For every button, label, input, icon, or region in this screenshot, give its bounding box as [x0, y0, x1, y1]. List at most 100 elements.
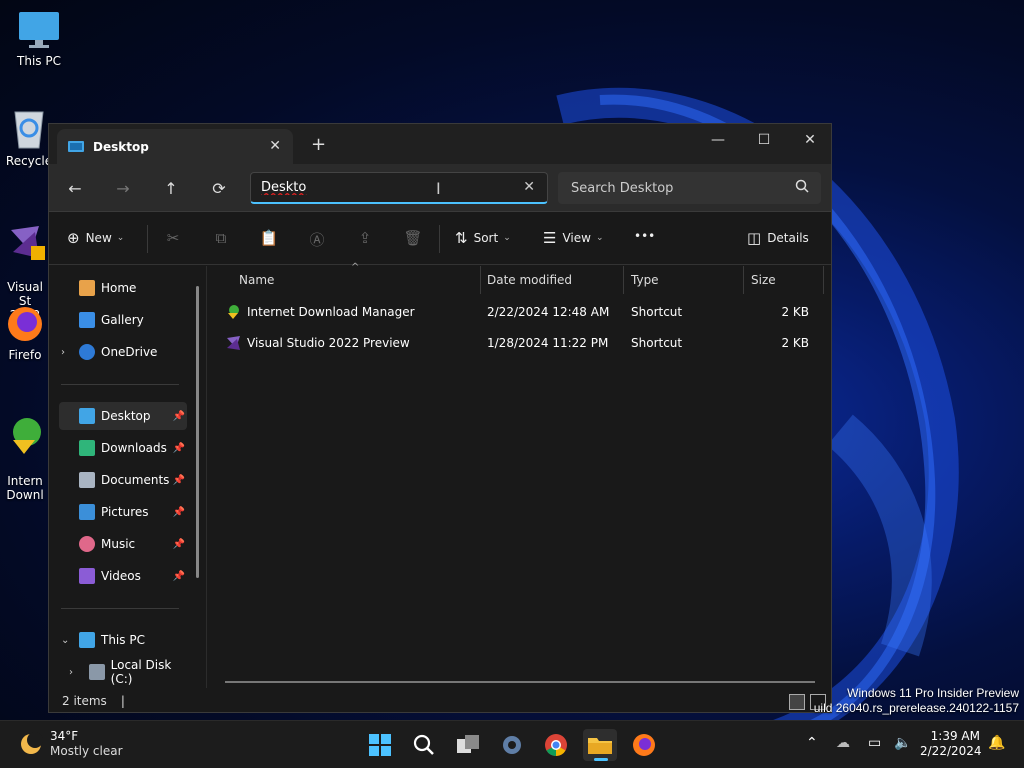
- recycle-bin-icon: [14, 111, 44, 149]
- table-row[interactable]: Internet Download Manager 2/22/2024 12:4…: [221, 298, 821, 326]
- desktop-icon-idm[interactable]: Intern Downl: [0, 400, 50, 502]
- close-tab-icon[interactable]: ✕: [269, 138, 281, 154]
- details-label: Details: [767, 231, 809, 245]
- divider: [61, 608, 179, 609]
- download-icon: [79, 440, 95, 456]
- navigation-pane: Home Gallery › OneDrive Desktop 📌 Downlo…: [49, 266, 207, 688]
- firefox-icon: [8, 307, 42, 341]
- cut-icon[interactable]: ✂: [163, 229, 183, 247]
- network-icon[interactable]: ▭: [868, 735, 881, 751]
- view-button[interactable]: ☰ View ⌄: [543, 229, 603, 247]
- taskbar-file-explorer[interactable]: [583, 729, 617, 761]
- new-label: New: [85, 231, 112, 245]
- address-input[interactable]: [261, 180, 501, 195]
- onedrive-off-icon[interactable]: ☁: [836, 735, 850, 751]
- taskbar-settings[interactable]: [495, 729, 529, 761]
- windows-logo-icon: [369, 734, 391, 756]
- sort-label: Sort: [473, 231, 499, 245]
- details-pane-button[interactable]: ◫ Details: [747, 229, 809, 247]
- build-watermark-line1: Windows 11 Pro Insider Preview: [847, 686, 1019, 700]
- pin-icon[interactable]: 📌: [173, 507, 185, 518]
- copy-icon[interactable]: ⧉: [211, 229, 231, 247]
- up-button[interactable]: ↑: [155, 174, 187, 202]
- minimize-button[interactable]: —: [695, 124, 741, 156]
- paste-icon[interactable]: 📋: [259, 229, 279, 247]
- chevron-right-icon[interactable]: ›: [69, 667, 73, 678]
- address-bar[interactable]: I ✕: [250, 172, 548, 204]
- sidebar-item-videos[interactable]: Videos 📌: [59, 562, 187, 590]
- sidebar-item-onedrive[interactable]: › OneDrive: [59, 338, 187, 366]
- search-icon[interactable]: [795, 179, 809, 193]
- share-icon[interactable]: ⇪: [355, 229, 375, 247]
- desktop-icon: [79, 408, 95, 424]
- sidebar-item-music[interactable]: Music 📌: [59, 530, 187, 558]
- forward-button[interactable]: →: [107, 174, 139, 202]
- file-size: 2 KB: [781, 305, 809, 319]
- search-input[interactable]: [571, 180, 771, 196]
- start-button[interactable]: [363, 729, 397, 761]
- sidebar-item-local-disk[interactable]: › Local Disk (C:): [67, 658, 195, 686]
- file-name: Visual Studio 2022 Preview: [247, 336, 410, 350]
- notification-bell-icon[interactable]: 🔔: [988, 735, 1005, 751]
- refresh-button[interactable]: ⟳: [203, 174, 235, 202]
- taskbar-chrome[interactable]: [539, 729, 573, 761]
- chevron-right-icon[interactable]: ›: [61, 347, 65, 358]
- table-row[interactable]: Visual Studio 2022 Preview 1/28/2024 11:…: [221, 329, 821, 357]
- close-window-button[interactable]: ✕: [787, 124, 831, 156]
- desktop-icon-this-pc[interactable]: This PC: [0, 10, 78, 68]
- chevron-down-icon[interactable]: ⌄: [61, 635, 69, 646]
- clock-time: 1:39 AM: [930, 729, 980, 743]
- gear-icon: [503, 736, 521, 754]
- pin-icon[interactable]: 📌: [173, 443, 185, 454]
- new-tab-button[interactable]: +: [311, 134, 326, 155]
- search-button[interactable]: [407, 729, 441, 761]
- idm-shortcut-icon: [228, 305, 239, 319]
- tab-desktop[interactable]: Desktop ✕: [57, 129, 293, 164]
- visual-studio-shortcut-icon: [227, 336, 240, 350]
- sidebar-item-downloads[interactable]: Downloads 📌: [59, 434, 187, 462]
- more-options-button[interactable]: •••: [634, 229, 655, 243]
- weather-widget[interactable]: 34°F Mostly clear: [18, 729, 123, 759]
- sidebar-item-label: Desktop: [101, 409, 151, 423]
- view-label: View: [562, 231, 591, 245]
- pin-icon[interactable]: 📌: [173, 539, 185, 550]
- sort-button[interactable]: ⇅ Sort ⌄: [455, 229, 511, 247]
- sidebar-item-label: Local Disk (C:): [110, 658, 172, 686]
- pin-icon[interactable]: 📌: [173, 571, 185, 582]
- volume-mute-icon[interactable]: 🔈: [894, 735, 911, 751]
- sidebar-scrollbar[interactable]: [196, 286, 199, 578]
- column-header-date[interactable]: Date modified: [479, 266, 624, 294]
- internet-download-manager-icon: [13, 418, 41, 454]
- rename-icon[interactable]: Ⓐ: [307, 229, 327, 250]
- desktop-icon-label: Recycle: [5, 154, 53, 168]
- horizontal-scrollbar[interactable]: [225, 681, 815, 683]
- back-button[interactable]: ←: [59, 174, 91, 202]
- chevron-up-icon[interactable]: ⌃: [806, 735, 818, 751]
- sidebar-item-home[interactable]: Home: [59, 274, 187, 302]
- desktop-icon-firefox[interactable]: Firefo: [0, 304, 50, 362]
- details-view-icon[interactable]: [789, 694, 805, 710]
- maximize-button[interactable]: ☐: [741, 124, 787, 156]
- plus-circle-icon: ⊕: [67, 229, 80, 247]
- sidebar-item-this-pc[interactable]: ⌄ This PC: [59, 626, 187, 654]
- sidebar-item-gallery[interactable]: Gallery: [59, 306, 187, 334]
- pin-icon[interactable]: 📌: [173, 475, 185, 486]
- column-divider[interactable]: [823, 266, 824, 294]
- search-box[interactable]: [558, 172, 821, 204]
- taskbar-firefox[interactable]: [627, 729, 661, 761]
- column-header-size[interactable]: Size: [743, 266, 823, 294]
- sidebar-item-desktop[interactable]: Desktop 📌: [59, 402, 187, 430]
- clear-address-icon[interactable]: ✕: [523, 179, 535, 195]
- new-button[interactable]: ⊕ New ⌄: [67, 229, 124, 247]
- delete-icon[interactable]: 🗑: [403, 229, 423, 247]
- details-pane-icon: ◫: [747, 229, 762, 247]
- task-view-button[interactable]: [451, 729, 485, 761]
- sidebar-item-pictures[interactable]: Pictures 📌: [59, 498, 187, 526]
- pin-icon[interactable]: 📌: [173, 411, 185, 422]
- clock[interactable]: 1:39 AM 2/22/2024: [920, 729, 982, 759]
- active-indicator: [594, 758, 608, 761]
- home-icon: [79, 280, 95, 296]
- sidebar-item-documents[interactable]: Documents 📌: [59, 466, 187, 494]
- column-header-type[interactable]: Type: [623, 266, 743, 294]
- status-separator: |: [120, 694, 125, 708]
